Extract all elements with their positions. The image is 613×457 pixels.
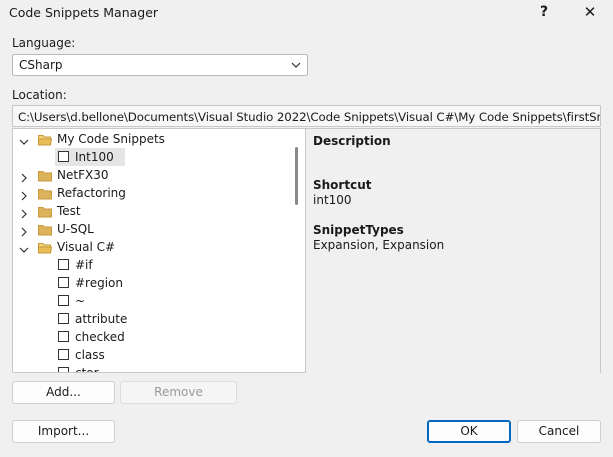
chevron-right-icon[interactable] [19,206,29,219]
shortcut-header: Shortcut [313,178,372,192]
tree-item-label: Refactoring [57,186,126,200]
snippet-tree[interactable]: My Code Snippets Int100 NetFX30 Refactor… [12,128,306,373]
snippet-types-header: SnippetTypes [313,223,404,237]
cancel-button[interactable]: Cancel [517,420,601,443]
tree-snippet-class[interactable]: class [13,346,293,364]
tree-snippet-region[interactable]: #region [13,274,293,292]
chevron-down-icon [290,57,302,73]
tree-item-label: #if [75,258,93,272]
help-button[interactable]: ? [529,0,559,26]
tree-item-label: attribute [75,312,128,326]
chevron-right-icon[interactable] [19,188,29,201]
tree-folder-test[interactable]: Test [13,202,293,220]
description-header: Description [313,134,391,148]
location-path: C:\Users\d.bellone\Documents\Visual Stud… [18,110,600,124]
tree-item-label: class [75,348,105,362]
close-button[interactable]: ✕ [572,0,608,26]
tree-item-label: Visual C# [57,240,116,254]
language-label: Language: [12,36,76,50]
chevron-right-icon[interactable] [19,224,29,237]
folder-icon [38,205,52,218]
tree-snippet-if[interactable]: #if [13,256,293,274]
snippet-types-value: Expansion, Expansion [313,238,445,252]
chevron-down-icon[interactable] [19,134,29,145]
checkbox-icon[interactable] [58,331,69,342]
tree-snippet-checked[interactable]: checked [13,328,293,346]
folder-icon [38,169,52,182]
tree-item-label: Test [57,204,81,218]
tree-item-label: #region [75,276,124,290]
tree-snippet-int100[interactable]: Int100 [13,148,293,166]
tree-folder-my-code-snippets[interactable]: My Code Snippets [13,130,293,148]
chevron-down-icon[interactable] [19,242,29,253]
folder-open-icon [38,241,53,254]
add-button[interactable]: Add... [12,381,115,404]
folder-open-icon [38,133,53,146]
folder-icon [38,187,52,200]
snippet-details-panel: Description Shortcut int100 SnippetTypes… [306,128,601,373]
tree-folder-visual-csharp[interactable]: Visual C# [13,238,293,256]
chevron-right-icon[interactable] [19,170,29,183]
checkbox-icon[interactable] [58,367,69,372]
shortcut-value: int100 [313,193,352,207]
window-title: Code Snippets Manager [9,5,159,20]
checkbox-icon[interactable] [58,295,69,306]
language-select[interactable]: CSharp [12,54,308,76]
tree-folder-netfx30[interactable]: NetFX30 [13,166,293,184]
title-bar: Code Snippets Manager ? ✕ [0,0,613,26]
remove-button[interactable]: Remove [120,381,237,404]
tree-item-label: U-SQL [57,222,94,236]
checkbox-icon[interactable] [58,151,69,162]
tree-item-label: checked [75,330,125,344]
tree-item-label: My Code Snippets [57,132,165,146]
checkbox-icon[interactable] [58,277,69,288]
checkbox-icon[interactable] [58,313,69,324]
tree-snippet-ctor[interactable]: ctor [13,364,293,373]
folder-icon [38,223,52,236]
checkbox-icon[interactable] [58,349,69,360]
tree-item-label: ctor [75,366,99,373]
tree-item-label: NetFX30 [57,168,109,182]
language-selected-value: CSharp [19,58,63,72]
import-button[interactable]: Import... [12,420,115,443]
tree-folder-refactoring[interactable]: Refactoring [13,184,293,202]
tree-item-label: ~ [75,294,86,308]
tree-folder-u-sql[interactable]: U-SQL [13,220,293,238]
tree-item-label: Int100 [75,150,114,164]
tree-snippet-tilde[interactable]: ~ [13,292,293,310]
location-field[interactable]: C:\Users\d.bellone\Documents\Visual Stud… [12,105,601,127]
tree-scrollbar-thumb[interactable] [295,147,298,205]
tree-snippet-attribute[interactable]: attribute [13,310,293,328]
ok-button[interactable]: OK [427,420,511,443]
location-label: Location: [12,88,67,102]
checkbox-icon[interactable] [58,259,69,270]
